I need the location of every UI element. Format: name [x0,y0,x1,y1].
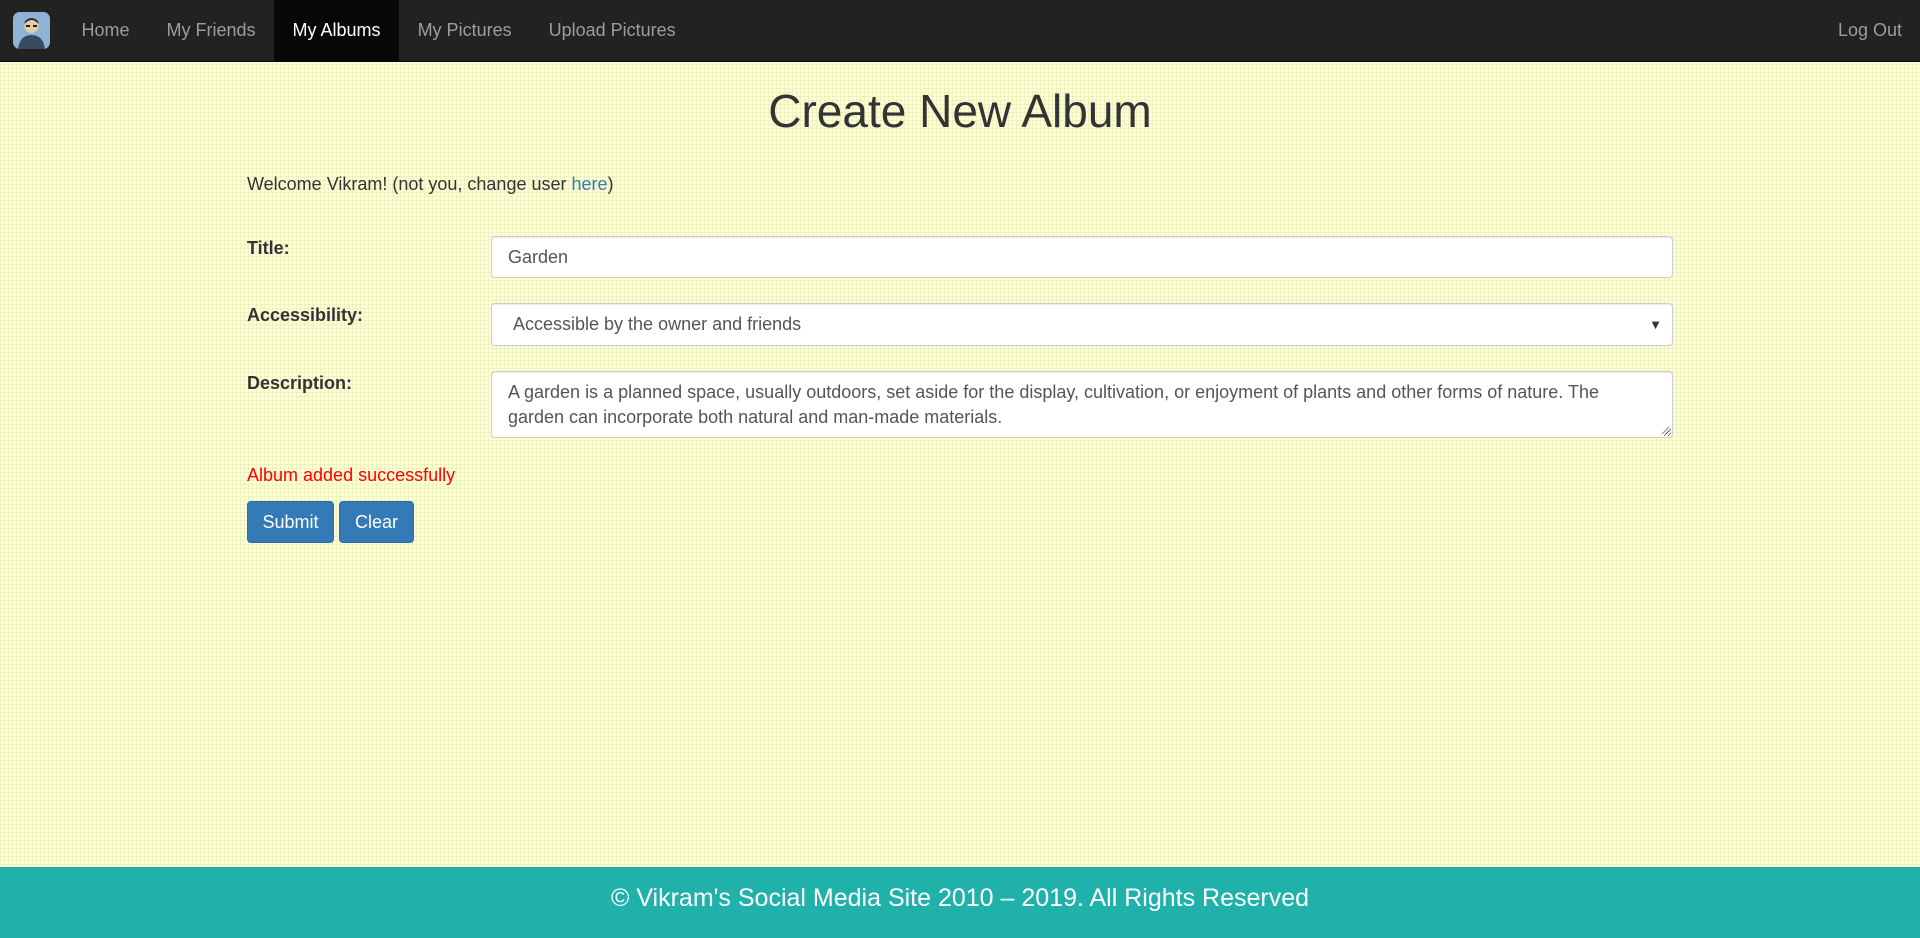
nav-item-my-albums[interactable]: My Albums [274,0,400,62]
welcome-suffix: ) [607,174,614,194]
submit-button[interactable]: Submit [247,501,334,543]
change-user-link[interactable]: here [571,174,607,194]
nav-item-home[interactable]: Home [63,0,148,62]
accessibility-selected-value: Accessible by the owner and friends [513,314,802,334]
accessibility-select[interactable]: Accessible by the owner and friends ▼ [491,303,1673,346]
nav-item-upload-pictures[interactable]: Upload Pictures [530,0,694,62]
resize-grip-icon[interactable] [1661,426,1670,435]
status-message: Album added successfully [247,465,456,485]
nav-item-my-friends[interactable]: My Friends [148,0,274,62]
welcome-message: Welcome Vikram! (not you, change user he… [247,174,614,195]
accessibility-label: Accessibility: [247,305,364,325]
title-label: Title: [247,238,290,258]
logout-link[interactable]: Log Out [1838,0,1902,62]
welcome-text: Welcome Vikram! (not you, change user [247,174,572,194]
description-text: A garden is a planned space, usually out… [508,382,1599,427]
title-input[interactable] [491,236,1673,278]
top-navbar: Home My Friends My Albums My Pictures Up… [0,0,1920,62]
clear-button[interactable]: Clear [339,501,414,543]
footer-copyright: © Vikram's Social Media Site 2010 – 2019… [610,884,1310,912]
footer: © Vikram's Social Media Site 2010 – 2019… [0,867,1920,938]
nav-item-my-pictures[interactable]: My Pictures [399,0,530,62]
caret-down-icon: ▼ [1649,317,1662,332]
page-title: Create New Album [768,85,1152,137]
description-label: Description: [247,373,353,393]
user-avatar-icon[interactable] [13,12,50,49]
description-textarea[interactable]: A garden is a planned space, usually out… [491,371,1673,438]
nav-menu: Home My Friends My Albums My Pictures Up… [63,0,694,62]
